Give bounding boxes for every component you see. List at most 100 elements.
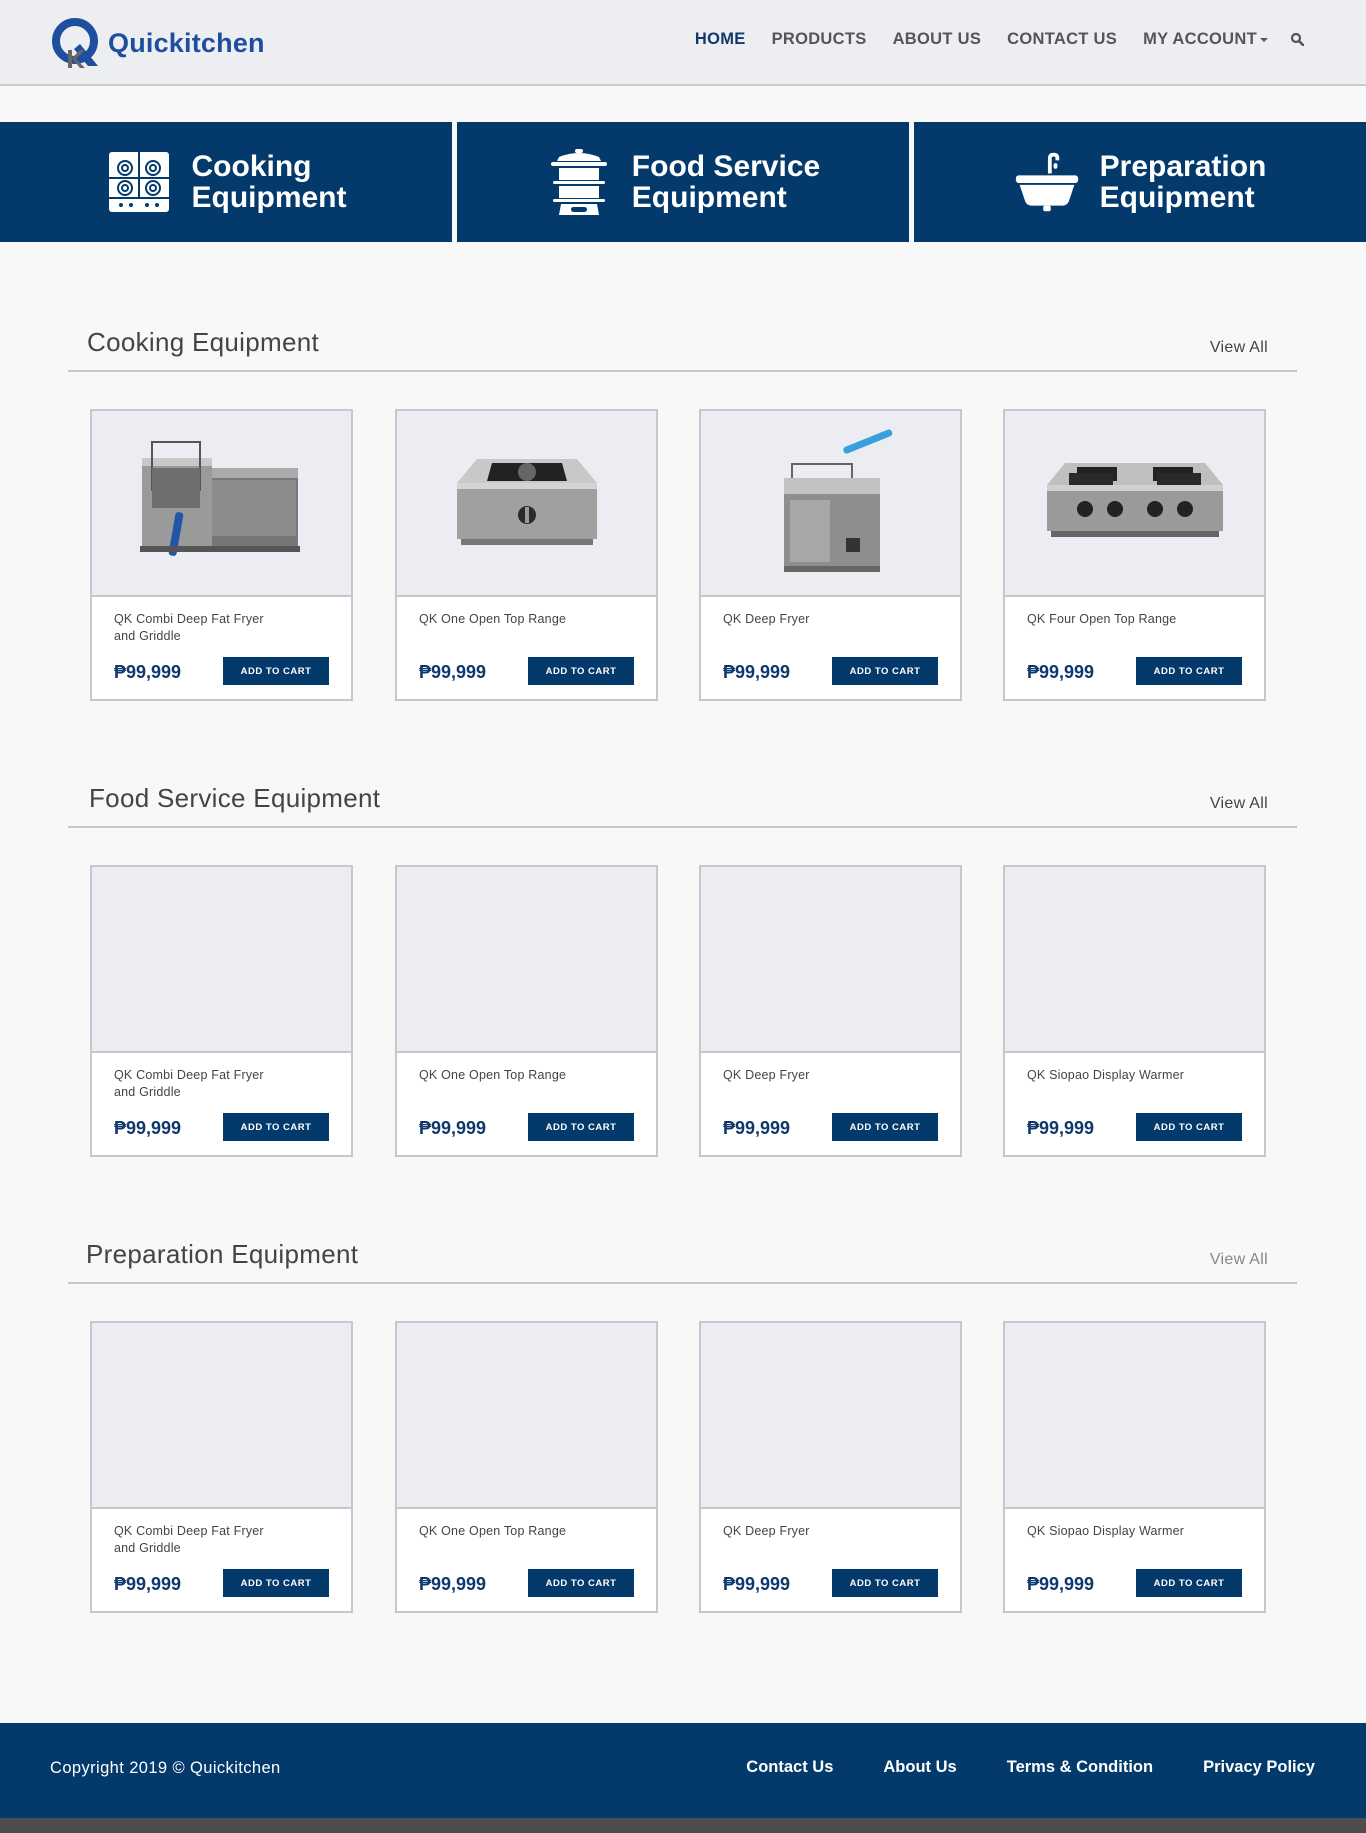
banner-cooking-equipment[interactable]: Cooking Equipment [0,122,452,242]
nav-contact-us[interactable]: CONTACT US [1007,30,1117,49]
product-image-placeholder [92,1323,351,1509]
product-image-placeholder [701,867,960,1053]
product-price: ₱99,999 [1027,1574,1095,1594]
site-footer: Copyright 2019 © Quickitchen Contact Us … [0,1723,1366,1818]
product-name: QK Combi Deep Fat Fryer and Griddle [114,1068,264,1099]
add-to-cart-button[interactable]: ADD TO CART [832,1113,938,1141]
product-price: ₱99,999 [1027,662,1095,682]
add-to-cart-button[interactable]: ADD TO CART [528,657,634,685]
main-nav: HOME PRODUCTS ABOUT US CONTACT US MY ACC… [669,30,1306,49]
product-price: ₱99,999 [114,1118,182,1138]
section-title-preparation: Preparation Equipment [86,1239,359,1269]
section-title-cooking: Cooking Equipment [87,327,320,357]
add-to-cart-button[interactable]: ADD TO CART [1136,1569,1242,1597]
add-to-cart-button[interactable]: ADD TO CART [223,657,329,685]
add-to-cart-button[interactable]: ADD TO CART [223,1113,329,1141]
product-card[interactable]: QK Combi Deep Fat Fryer and Griddle ₱99,… [90,409,353,701]
banner-line-2: Equipment [191,181,347,214]
add-to-cart-button[interactable]: ADD TO CART [528,1113,634,1141]
product-image-placeholder [397,1323,656,1509]
add-to-cart-button[interactable]: ADD TO CART [832,657,938,685]
product-card[interactable]: QK Four Open Top Range ₱99,999 ADD TO CA… [1003,409,1266,701]
banner-preparation-label: Preparation Equipment [1100,151,1267,213]
product-price: ₱99,999 [114,1574,182,1594]
product-name: QK One Open Top Range [419,1068,567,1082]
product-image-fryer-griddle [92,411,351,597]
banner-line-1: Preparation [1099,150,1267,183]
sink-icon [1014,149,1080,215]
add-to-cart-button[interactable]: ADD TO CART [528,1569,634,1597]
stove-icon [106,149,172,215]
product-card[interactable]: QK Siopao Display Warmer ₱99,999 ADD TO … [1003,865,1266,1157]
product-name: QK Deep Fryer [723,1068,810,1082]
banner-line-1: Food Service [631,150,821,183]
section-divider [68,826,1297,828]
section-title-food-service: Food Service Equipment [89,783,381,813]
nav-my-account[interactable]: MY ACCOUNT [1143,30,1268,49]
logo-mark-icon [50,16,104,70]
banner-preparation-equipment[interactable]: Preparation Equipment [914,122,1366,242]
banner-line-2: Equipment [1099,181,1255,214]
footer-links: Contact Us About Us Terms & Condition Pr… [696,1758,1315,1777]
product-card[interactable]: QK Siopao Display Warmer ₱99,999 ADD TO … [1003,1321,1266,1613]
nav-home[interactable]: HOME [695,30,746,49]
product-name: QK Deep Fryer [723,1524,810,1538]
product-name: QK Four Open Top Range [1027,612,1177,626]
product-card[interactable]: QK One Open Top Range ₱99,999 ADD TO CAR… [395,1321,658,1613]
product-image-placeholder [397,867,656,1053]
footer-bottom-bar [0,1818,1366,1833]
add-to-cart-button[interactable]: ADD TO CART [1136,1113,1242,1141]
footer-link-terms[interactable]: Terms & Condition [1007,1758,1153,1777]
footer-link-about-us[interactable]: About Us [883,1758,956,1777]
product-price: ₱99,999 [114,662,182,682]
product-name: QK Combi Deep Fat Fryer and Griddle [114,1524,264,1555]
product-price: ₱99,999 [723,1118,791,1138]
chevron-down-icon [1260,37,1268,42]
product-price: ₱99,999 [419,1118,487,1138]
steamer-icon [546,149,612,215]
product-image-placeholder [1005,867,1264,1053]
product-image-four-burner [1005,411,1264,597]
product-card[interactable]: QK Deep Fryer ₱99,999 ADD TO CART [699,409,962,701]
brand-name: Quickitchen [108,27,265,58]
product-card[interactable]: QK Deep Fryer ₱99,999 ADD TO CART [699,865,962,1157]
product-card[interactable]: QK Combi Deep Fat Fryer and Griddle ₱99,… [90,1321,353,1613]
nav-products[interactable]: PRODUCTS [772,30,867,49]
product-price: ₱99,999 [723,662,791,682]
view-all-cooking-link[interactable]: View All [1210,339,1268,357]
banner-food-service-equipment[interactable]: Food Service Equipment [457,122,909,242]
product-name: QK Deep Fryer [723,612,810,626]
product-card[interactable]: QK Deep Fryer ₱99,999 ADD TO CART [699,1321,962,1613]
section-divider [68,1282,1297,1284]
product-image-deep-fryer [701,411,960,597]
view-all-food-service-link[interactable]: View All [1210,795,1268,813]
banner-cooking-label: Cooking Equipment [192,151,347,213]
logo[interactable]: Quickitchen [50,16,265,70]
product-name: QK One Open Top Range [419,1524,567,1538]
banner-line-1: Cooking [191,150,312,183]
nav-about-us[interactable]: ABOUT US [893,30,982,49]
product-card[interactable]: QK Combi Deep Fat Fryer and Griddle ₱99,… [90,865,353,1157]
product-image-placeholder [92,867,351,1053]
search-icon[interactable] [1290,32,1306,48]
product-name: QK Siopao Display Warmer [1027,1524,1185,1538]
category-banners: Cooking Equipment Food Service Equipment… [0,122,1366,242]
add-to-cart-button[interactable]: ADD TO CART [832,1569,938,1597]
product-card[interactable]: QK One Open Top Range ₱99,999 ADD TO CAR… [395,865,658,1157]
product-name: QK One Open Top Range [419,612,567,626]
product-image-one-burner [397,411,656,597]
footer-link-privacy-policy[interactable]: Privacy Policy [1203,1758,1315,1777]
product-name: QK Siopao Display Warmer [1027,1068,1185,1082]
product-card[interactable]: QK One Open Top Range ₱99,999 ADD TO CAR… [395,409,658,701]
add-to-cart-button[interactable]: ADD TO CART [1136,657,1242,685]
copyright-text: Copyright 2019 © Quickitchen [50,1759,281,1777]
product-price: ₱99,999 [419,1574,487,1594]
footer-link-contact-us[interactable]: Contact Us [746,1758,833,1777]
product-image-placeholder [1005,1323,1264,1509]
add-to-cart-button[interactable]: ADD TO CART [223,1569,329,1597]
product-price: ₱99,999 [723,1574,791,1594]
nav-my-account-label: MY ACCOUNT [1143,30,1257,48]
banner-food-service-label: Food Service Equipment [632,151,820,213]
view-all-preparation-link[interactable]: View All [1210,1251,1268,1269]
section-divider [68,370,1297,372]
